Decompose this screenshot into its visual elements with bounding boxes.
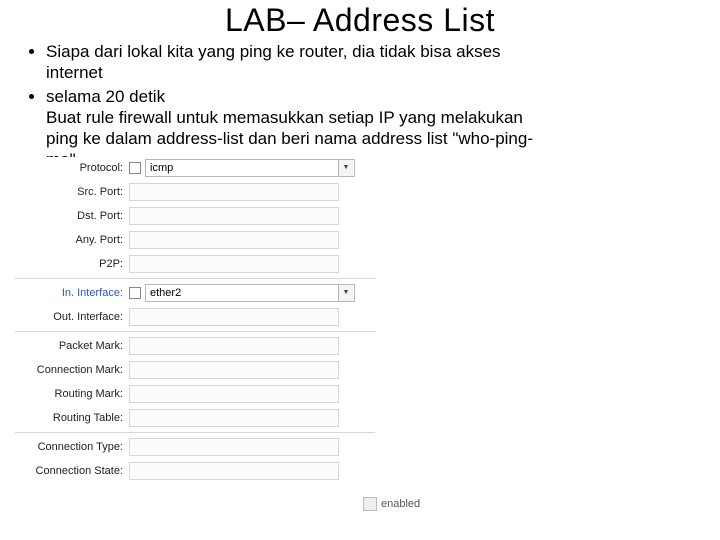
dropdown-icon[interactable]: ▼ [338,160,353,176]
value-protocol: icmp [150,162,173,174]
slide: LAB– Address List Siapa dari lokal kita … [0,2,720,540]
field-out-interface[interactable] [129,308,339,326]
bullet-1-line1: Siapa dari lokal kita yang ping ke route… [46,42,501,61]
label-dst-port: Dst. Port: [15,210,129,222]
field-routing-mark[interactable] [129,385,339,403]
value-in-interface: ether2 [150,287,181,299]
field-connection-type[interactable] [129,438,339,456]
label-routing-mark: Routing Mark: [15,388,129,400]
field-any-port[interactable] [129,231,339,249]
white-overlay [375,157,715,517]
label-in-interface: In. Interface: [15,287,129,299]
bullet-2-line3: ping ke dalam address-list dan beri nama… [46,128,696,149]
label-src-port: Src. Port: [15,186,129,198]
bullet-1: Siapa dari lokal kita yang ping ke route… [46,41,696,84]
label-routing-table: Routing Table: [15,412,129,424]
dropdown-icon[interactable]: ▼ [338,285,353,301]
enabled-indicator-box [363,497,377,511]
label-protocol: Protocol: [15,162,129,174]
firewall-form-panel: Protocol: icmp ▼ Src. Port: Dst. Port: A… [15,157,705,517]
field-src-port[interactable] [129,183,339,201]
field-routing-table[interactable] [129,409,339,427]
label-p2p: P2P: [15,258,129,270]
field-packet-mark[interactable] [129,337,339,355]
field-in-interface[interactable]: ether2 ▼ [145,284,355,302]
invert-checkbox-protocol[interactable] [129,162,141,174]
label-connection-mark: Connection Mark: [15,364,129,376]
page-title: LAB– Address List [0,2,720,39]
field-p2p[interactable] [129,255,339,273]
field-connection-mark[interactable] [129,361,339,379]
invert-checkbox-in-interface[interactable] [129,287,141,299]
label-connection-type: Connection Type: [15,441,129,453]
label-any-port: Any. Port: [15,234,129,246]
status-footer: enabled [363,497,420,511]
label-packet-mark: Packet Mark: [15,340,129,352]
enabled-label: enabled [381,498,420,510]
label-out-interface: Out. Interface: [15,311,129,323]
bullet-2-line1: selama 20 detik [46,87,165,106]
field-dst-port[interactable] [129,207,339,225]
bullet-1-line2: internet [46,62,696,83]
field-connection-state[interactable] [129,462,339,480]
bullet-2-line2: Buat rule firewall untuk memasukkan seti… [46,107,696,128]
field-protocol[interactable]: icmp ▼ [145,159,355,177]
label-connection-state: Connection State: [15,465,129,477]
bullet-list: Siapa dari lokal kita yang ping ke route… [24,41,696,171]
